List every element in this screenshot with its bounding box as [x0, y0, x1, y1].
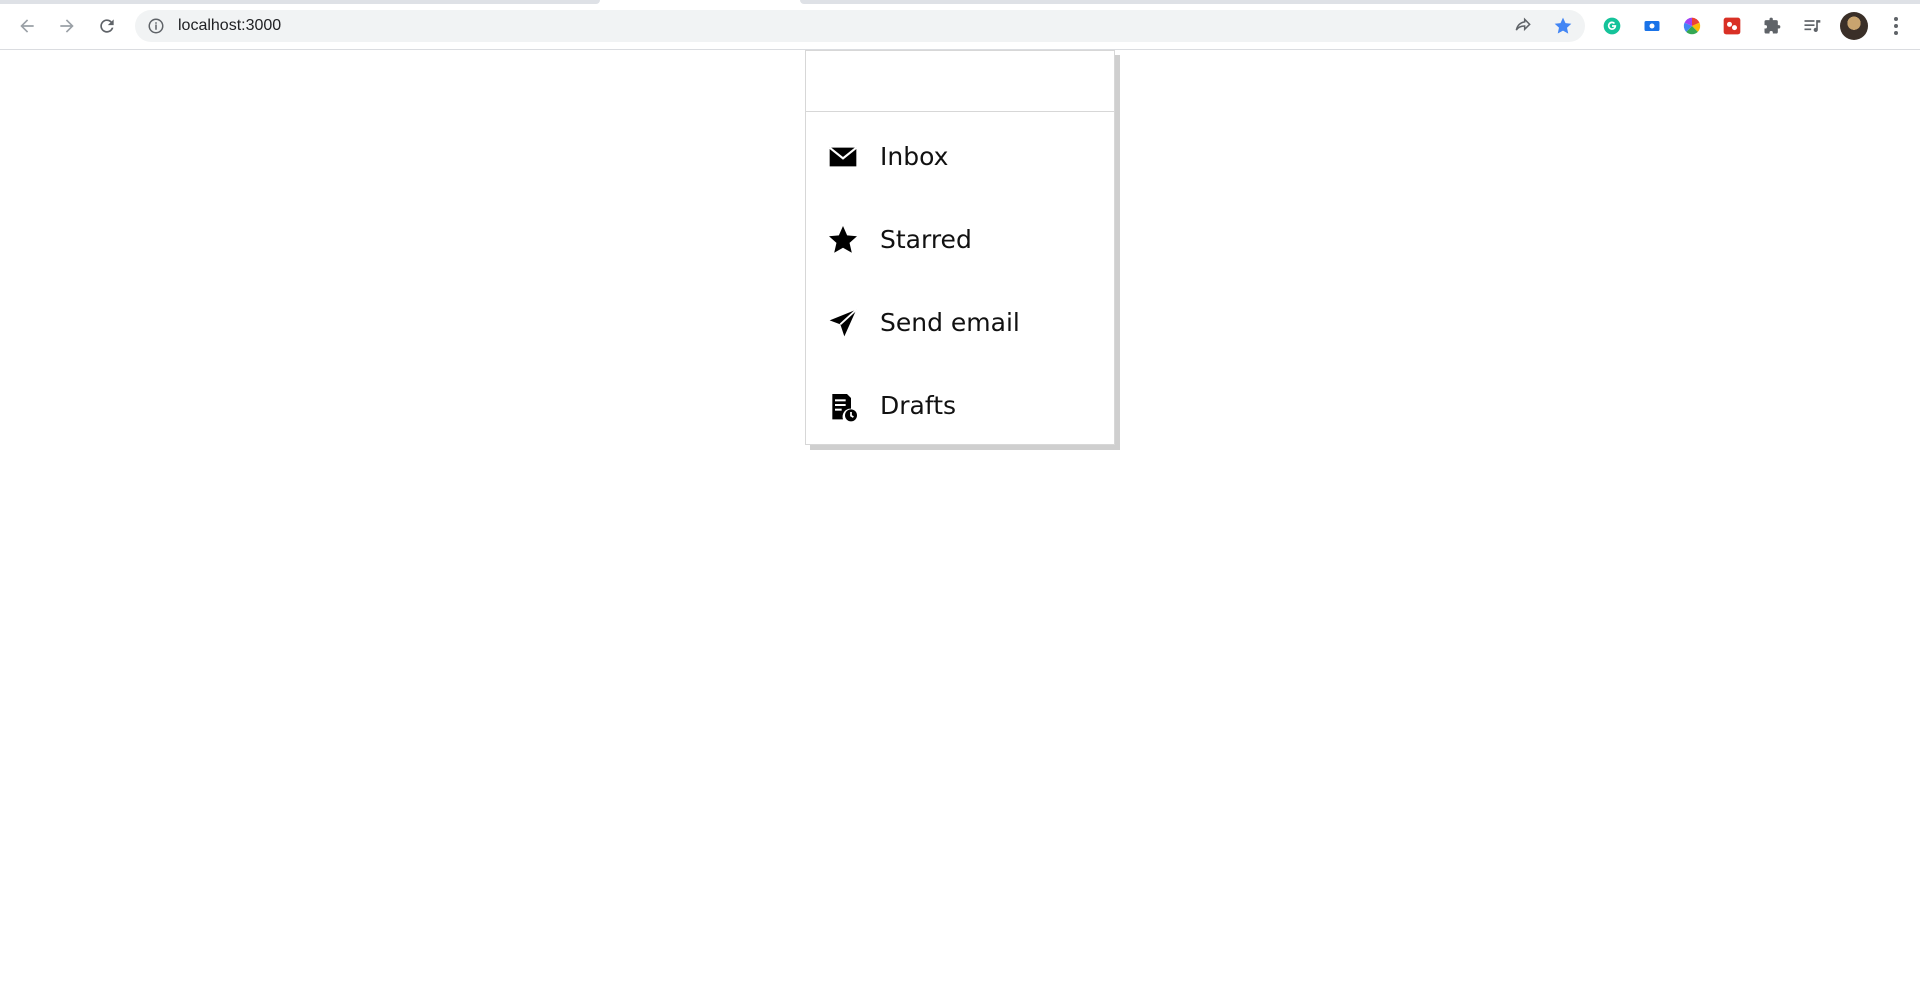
mail-icon [826, 140, 860, 174]
arrow-right-icon [60, 19, 74, 33]
media-queue-icon[interactable] [1801, 15, 1823, 37]
info-icon[interactable] [147, 17, 165, 35]
arrow-left-icon [20, 19, 34, 33]
send-icon [826, 306, 860, 340]
tab-strip [0, 0, 1920, 6]
tab-inactive-right[interactable] [800, 0, 1920, 4]
more-menu-icon[interactable] [1884, 14, 1908, 38]
address-bar[interactable]: localhost:3000 [135, 10, 1585, 42]
menu-item-label: Send email [880, 308, 1020, 337]
browser-toolbar: localhost:3000 [0, 0, 1920, 50]
color-picker-icon[interactable] [1681, 15, 1703, 37]
menu-item-starred[interactable]: Starred [806, 198, 1114, 281]
menu-item-send-email[interactable]: Send email [806, 281, 1114, 364]
back-button[interactable] [12, 11, 42, 41]
screen-capture-icon[interactable] [1641, 15, 1663, 37]
menu-item-drafts[interactable]: Drafts [806, 364, 1114, 447]
profile-avatar[interactable] [1840, 12, 1868, 40]
menu-item-inbox[interactable]: Inbox [806, 115, 1114, 198]
menu-header [806, 51, 1114, 112]
reload-icon [100, 19, 114, 33]
extensions-icon[interactable] [1761, 15, 1783, 37]
reload-button[interactable] [92, 11, 122, 41]
share-icon[interactable] [1513, 16, 1533, 36]
puzzle-game-icon[interactable] [1721, 15, 1743, 37]
mail-nav-menu: Inbox Starred Send email Drafts [805, 50, 1115, 445]
address-url: localhost:3000 [178, 17, 282, 34]
star-icon [826, 223, 860, 257]
bookmark-star-icon[interactable] [1553, 16, 1573, 36]
menu-item-label: Drafts [880, 391, 957, 420]
grammarly-icon[interactable] [1601, 15, 1623, 37]
drafts-icon [826, 389, 860, 423]
forward-button[interactable] [52, 11, 82, 41]
menu-item-label: Inbox [880, 142, 949, 171]
tab-inactive-left[interactable] [0, 0, 600, 4]
menu-item-label: Starred [880, 225, 972, 254]
